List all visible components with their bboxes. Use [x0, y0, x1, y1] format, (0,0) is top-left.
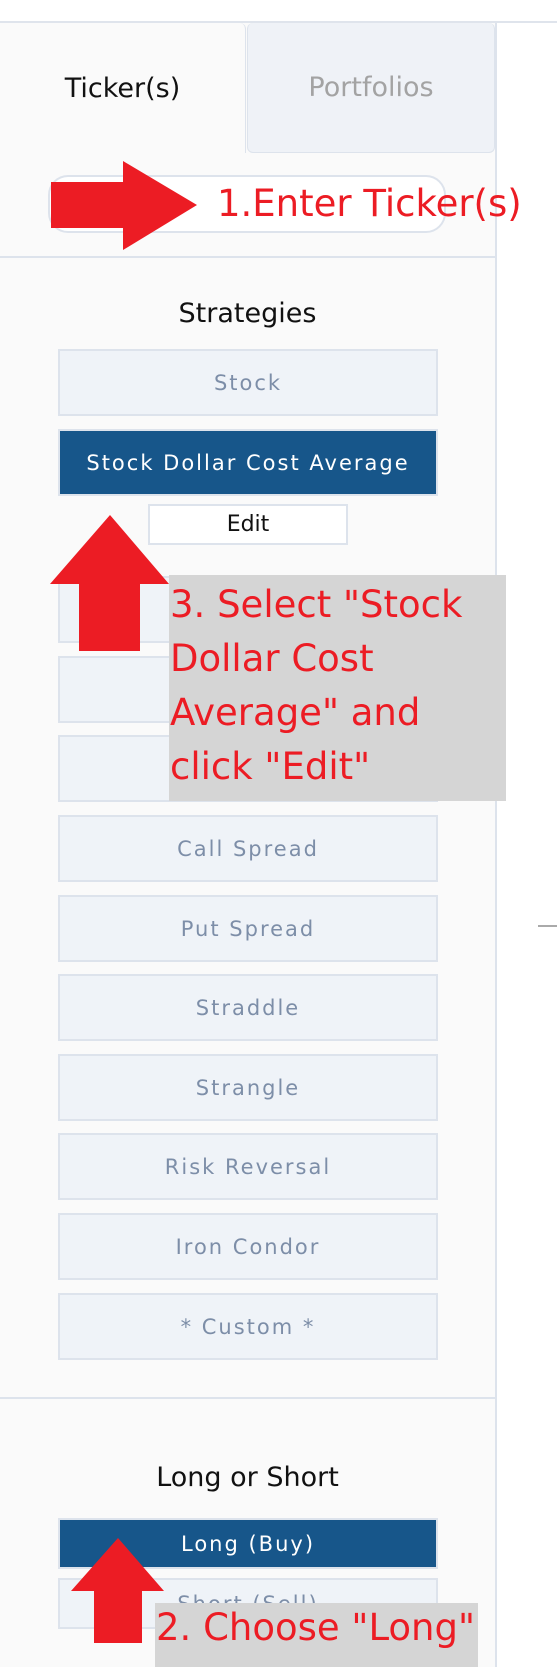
- annotation-step-2: 2. Choose "Long": [156, 1606, 475, 1649]
- up-arrow-icon: [71, 1538, 164, 1643]
